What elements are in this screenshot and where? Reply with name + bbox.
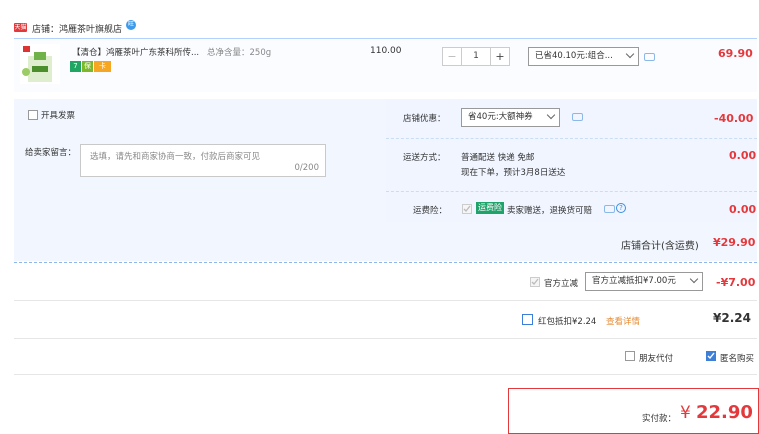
shop-total-label: 店铺合计(含运费): [621, 241, 699, 252]
quantity-input[interactable]: 1: [461, 47, 491, 66]
help-icon[interactable]: ?: [616, 203, 626, 213]
official-discount-checkbox[interactable]: [530, 277, 540, 287]
friend-pay-label: 朋友代付: [639, 354, 674, 364]
increase-button[interactable]: +: [491, 47, 510, 66]
chevron-down-icon: [546, 110, 556, 120]
shop-coupon-value: 省40元:大额神券: [468, 112, 533, 122]
pay-currency: ¥: [680, 403, 691, 423]
pay-total: 22.90: [696, 402, 753, 423]
official-discount-select[interactable]: 官方立减抵扣¥7.00元: [585, 272, 703, 291]
insurance-label: 运费险：: [413, 206, 448, 216]
shop-coupon-label: 店铺优惠：: [403, 114, 446, 124]
insurance-badge: 运费险: [476, 202, 504, 214]
redpack-label: 红包抵扣¥2.24: [538, 317, 597, 327]
shop-total-value: ¥29.90: [713, 236, 756, 249]
anonymous-checkbox[interactable]: [706, 351, 716, 361]
invoice-label: 开具发票: [41, 111, 76, 121]
redpack-checkbox[interactable]: [522, 314, 533, 325]
seller-message-input[interactable]: 选填，请先和商家协商一致，付款后商家可见 0/200: [80, 144, 326, 177]
item-discount-value: 已省40.10元:组合...: [535, 51, 613, 61]
card-icon: 卡: [94, 61, 111, 72]
redpack-amount: ¥2.24: [713, 311, 751, 325]
comment-icon[interactable]: [572, 113, 583, 121]
item-subtotal: 69.90: [718, 47, 753, 60]
message-label: 给卖家留言：: [25, 148, 77, 158]
divider: [386, 138, 757, 139]
service-tags: 7 保 卡: [70, 61, 111, 72]
item-spec: 总净含量：250g: [207, 48, 272, 58]
divider: [14, 300, 757, 301]
wangwang-chat-icon[interactable]: 旺: [126, 20, 136, 30]
anonymous-label: 匿名购买: [720, 354, 755, 364]
insurance-checkbox[interactable]: [462, 204, 472, 214]
message-count: 0/200: [294, 163, 320, 173]
quantity-stepper: − 1 +: [442, 47, 510, 66]
insurance-text: 卖家赠送，退换货可赔: [507, 206, 593, 216]
insurance-amount: 0.00: [729, 203, 757, 216]
friend-pay-checkbox[interactable]: [625, 351, 635, 361]
tmall-badge-icon: 天猫: [14, 23, 27, 32]
seven-day-icon: 7: [70, 61, 81, 72]
divider: [14, 338, 757, 339]
message-placeholder: 选填，请先和商家协商一致，付款后商家可见: [90, 152, 261, 162]
chevron-down-icon: [689, 274, 699, 284]
item-discount-select[interactable]: 已省40.10元:组合...: [528, 47, 639, 66]
chevron-down-icon: [625, 49, 635, 59]
comment-icon[interactable]: [644, 53, 655, 61]
item-title-link[interactable]: 【清仓】鸿雁茶叶广东茶科所传...: [72, 46, 199, 58]
shipping-method: 普通配送 快递 免邮: [461, 153, 535, 163]
divider: [386, 191, 757, 192]
unit-price: 110.00: [370, 46, 402, 56]
guarantee-icon: 保: [82, 61, 93, 72]
product-image[interactable]: [20, 44, 60, 84]
shop-coupon-amount: -40.00: [714, 112, 754, 125]
shipping-amount: 0.00: [729, 149, 757, 162]
redpack-detail-link[interactable]: 查看详情: [606, 315, 640, 327]
divider: [14, 374, 757, 375]
order-page: 天猫 店铺：鸿雁茶叶旗舰店 旺 【清仓】鸿雁茶叶广东茶科所传... 总净含量：2…: [0, 0, 759, 434]
shop-name-link[interactable]: 店铺：鸿雁茶叶旗舰店: [32, 22, 122, 35]
payment-summary: 实付款： ¥ 22.90: [508, 388, 759, 434]
comment-icon[interactable]: [604, 205, 615, 213]
decrease-button[interactable]: −: [442, 47, 461, 66]
official-discount-label: 官方立减: [544, 279, 579, 289]
official-discount-amount: -¥7.00: [716, 276, 756, 289]
invoice-checkbox[interactable]: [28, 110, 38, 120]
shipping-label: 运送方式：: [403, 153, 446, 163]
pay-label: 实付款：: [642, 414, 677, 424]
shop-coupon-select[interactable]: 省40元:大额神券: [461, 108, 560, 127]
divider: [14, 262, 757, 263]
delivery-estimate: 现在下单，预计3月8日送达: [461, 168, 566, 178]
official-discount-value: 官方立减抵扣¥7.00元: [592, 276, 676, 286]
